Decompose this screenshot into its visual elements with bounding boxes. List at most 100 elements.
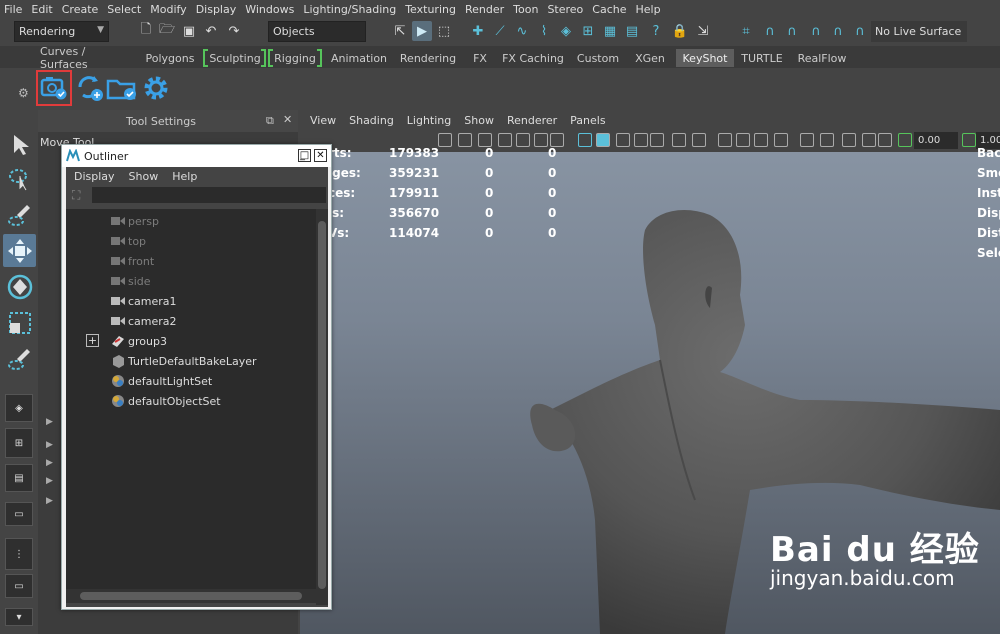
menuset-dropdown[interactable]: Rendering ▼ [14, 21, 109, 42]
exposure-icon[interactable] [898, 133, 912, 147]
list-item[interactable]: persp [110, 211, 159, 231]
close-icon[interactable]: ✕ [283, 113, 292, 126]
tab-sculpting[interactable]: Sculpting [208, 49, 262, 67]
pick-dynamics-icon[interactable]: ⊞ [578, 21, 598, 41]
expand-plus-icon[interactable]: + [86, 334, 99, 347]
menu-toon[interactable]: Toon [513, 3, 538, 16]
viewport-menu-view[interactable]: View [310, 114, 336, 127]
pick-curves-icon[interactable]: ∿ [512, 21, 532, 41]
expand-arrow-icon[interactable]: ▶ [46, 440, 53, 450]
menu-stereo[interactable]: Stereo [547, 3, 583, 16]
bookmarks-icon[interactable] [862, 133, 876, 147]
pick-misc-icon[interactable]: ▤ [622, 21, 642, 41]
scale-tool-button[interactable] [3, 306, 36, 339]
tab-realflow[interactable]: RealFlow [794, 49, 850, 67]
maximize-icon[interactable]: □ [298, 149, 311, 162]
select-hierarchy-icon[interactable]: ⇱ [390, 21, 410, 41]
outliner-menu-display[interactable]: Display [74, 170, 115, 183]
tab-animation[interactable]: Animation [328, 49, 390, 67]
keyshot-settings-button[interactable] [138, 70, 174, 106]
wireframe-icon[interactable] [578, 133, 592, 147]
keyshot-export-button[interactable] [104, 70, 140, 106]
tab-rendering[interactable]: Rendering [398, 49, 458, 67]
list-item[interactable]: top [110, 231, 146, 251]
expand-arrow-icon[interactable]: ▶ [46, 496, 53, 506]
camera-attributes-icon[interactable] [820, 133, 834, 147]
list-item[interactable]: side [110, 271, 151, 291]
list-item[interactable]: defaultLightSet [110, 371, 212, 391]
persp-outliner-layout-button[interactable]: ▭ [5, 502, 33, 526]
help-question-icon[interactable]: ? [646, 21, 666, 41]
select-tool-button[interactable] [3, 128, 36, 161]
tab-xgen[interactable]: XGen [630, 49, 670, 67]
shadows-icon[interactable] [634, 133, 648, 147]
keyshot-update-button[interactable] [72, 70, 108, 106]
isolate-select-icon[interactable] [800, 133, 814, 147]
hypershade-layout-button[interactable]: ⋮ [5, 538, 33, 570]
lighting-icon[interactable] [616, 133, 630, 147]
snap-curve-icon[interactable]: ∩ [760, 21, 780, 41]
snap-surface-icon[interactable]: ∩ [850, 21, 870, 41]
shelf-gear-icon[interactable]: ⚙ [18, 86, 29, 100]
menu-create[interactable]: Create [62, 3, 99, 16]
new-scene-icon[interactable]: 🗋 [136, 21, 156, 41]
outliner-vertical-scrollbar[interactable] [316, 209, 328, 605]
snap-point-icon[interactable]: ∩ [782, 21, 802, 41]
scrollbar-thumb[interactable] [318, 221, 326, 589]
menu-file[interactable]: File [4, 3, 22, 16]
list-item[interactable]: front [110, 251, 154, 271]
persp-graph-layout-button[interactable]: ▤ [5, 464, 33, 492]
textured-icon[interactable] [650, 133, 664, 147]
select-object-icon[interactable]: ▶ [412, 21, 432, 41]
two-d-pan-icon[interactable] [878, 133, 892, 147]
outliner-horizontal-scrollbar[interactable] [66, 589, 316, 603]
scrollbar-thumb[interactable] [80, 592, 302, 600]
list-item[interactable]: camera2 [110, 311, 177, 331]
expand-arrow-icon[interactable]: ▶ [46, 458, 53, 468]
paint-select-tool-button[interactable] [3, 198, 36, 231]
grid-icon[interactable] [438, 133, 452, 147]
select-component-icon[interactable]: ⬚ [434, 21, 454, 41]
viewport-menu-show[interactable]: Show [464, 114, 494, 127]
single-perspective-layout-button[interactable]: ◈ [5, 394, 33, 422]
resolution-gate-icon[interactable] [478, 133, 492, 147]
list-item[interactable]: group3 [110, 331, 167, 351]
anti-alias-icon[interactable] [754, 133, 768, 147]
filter-icon[interactable]: ⛶ [72, 188, 80, 203]
last-tool-button[interactable] [3, 342, 36, 375]
rotate-tool-button[interactable] [3, 270, 36, 303]
tab-turtle[interactable]: TURTLE [738, 49, 786, 67]
outliner-search-field[interactable] [92, 187, 326, 203]
outliner-menu-help[interactable]: Help [172, 170, 197, 183]
save-icon[interactable]: ▣ [179, 21, 199, 41]
list-item[interactable]: TurtleDefaultBakeLayer [110, 351, 257, 371]
menu-windows[interactable]: Windows [245, 3, 294, 16]
menu-display[interactable]: Display [196, 3, 237, 16]
list-item[interactable]: defaultObjectSet [110, 391, 221, 411]
tab-polygons[interactable]: Polygons [141, 49, 199, 67]
move-tool-button[interactable] [3, 234, 36, 267]
live-surface-field[interactable]: No Live Surface [871, 21, 967, 42]
image-plane-icon[interactable] [842, 133, 856, 147]
film-gate-icon[interactable] [458, 133, 472, 147]
tab-curves-surfaces[interactable]: Curves / Surfaces [40, 45, 136, 71]
tab-fx[interactable]: FX [465, 49, 495, 67]
viewport-menu-shading[interactable]: Shading [349, 114, 394, 127]
keyshot-render-button[interactable] [36, 70, 72, 106]
depth-of-field-icon[interactable] [774, 133, 788, 147]
selection-mode-dropdown[interactable]: Objects [268, 21, 366, 42]
menu-texturing[interactable]: Texturing [405, 3, 456, 16]
viewport-menu-lighting[interactable]: Lighting [407, 114, 451, 127]
four-view-layout-button[interactable]: ⊞ [5, 428, 33, 458]
undo-icon[interactable]: ↶ [201, 21, 221, 41]
menu-render[interactable]: Render [465, 3, 504, 16]
pick-handles-icon[interactable]: ✚ [468, 21, 488, 41]
layout-menu-button[interactable]: ▾ [5, 608, 33, 626]
pick-surfaces-icon[interactable]: ⌇ [534, 21, 554, 41]
close-icon[interactable]: ✕ [314, 149, 327, 162]
pick-joints-icon[interactable]: ⟋ [490, 21, 510, 41]
expand-arrow-icon[interactable]: ▶ [46, 476, 53, 486]
safe-title-icon[interactable] [550, 133, 564, 147]
outliner-titlebar[interactable]: Outliner _ □ ✕ [62, 145, 331, 167]
lock-icon[interactable]: 🔒 [670, 21, 690, 41]
